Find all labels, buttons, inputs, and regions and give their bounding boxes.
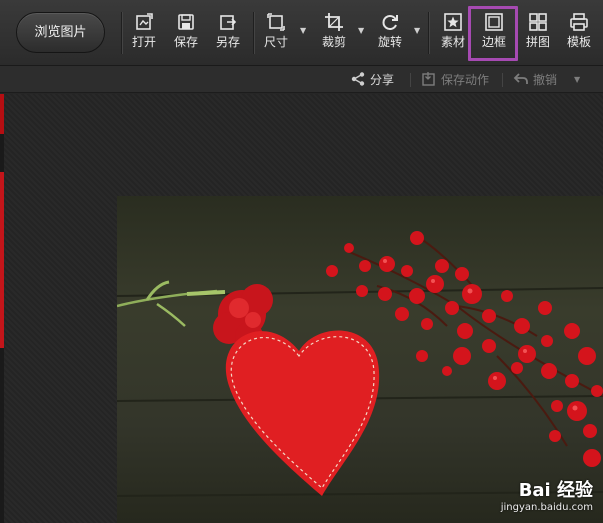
baidu-watermark: Bai 经验 jingyan.baidu.com <box>501 476 593 513</box>
open-button[interactable]: 打开 <box>124 8 164 58</box>
open-icon <box>134 12 154 32</box>
undo-label: 撤销 <box>533 73 558 87</box>
border-highlight-frame <box>468 6 518 61</box>
action-divider <box>502 73 503 87</box>
rotate-label: 旋转 <box>377 35 402 49</box>
collage-icon <box>528 12 548 32</box>
thumbnail-strip[interactable] <box>0 94 4 523</box>
size-dropdown-icon[interactable]: ▼ <box>300 27 308 35</box>
undo-icon <box>513 71 529 87</box>
rotate-dropdown-icon[interactable]: ▼ <box>414 27 422 35</box>
material-button[interactable]: 素材 <box>433 8 473 58</box>
undo-button[interactable]: 撤销 <box>513 71 557 89</box>
save-button[interactable]: 保存 <box>166 8 206 58</box>
save-as-label: 另存 <box>215 35 240 49</box>
toolbar-divider <box>428 12 429 54</box>
size-label: 尺寸 <box>263 35 288 49</box>
browse-images-button[interactable]: 浏览图片 <box>16 12 105 53</box>
open-label: 打开 <box>131 35 156 49</box>
share-button[interactable]: 分享 <box>350 71 394 89</box>
watermark-url: jingyan.baidu.com <box>500 502 593 513</box>
thumbnail[interactable] <box>0 172 4 348</box>
save-icon <box>176 12 196 32</box>
share-icon <box>350 71 366 87</box>
crop-button[interactable]: 裁剪 <box>314 8 354 58</box>
crop-icon <box>324 12 344 32</box>
size-icon <box>266 12 286 32</box>
save-action-icon <box>421 71 437 87</box>
save-label: 保存 <box>173 35 198 49</box>
crop-label: 裁剪 <box>321 35 346 49</box>
toolbar-divider <box>121 12 122 54</box>
rotate-button[interactable]: 旋转 <box>370 8 410 58</box>
photo-illustration <box>117 231 603 497</box>
collage-button[interactable]: 拼图 <box>518 8 558 58</box>
watermark-brand: Bai 经验 <box>518 480 593 501</box>
rotate-icon <box>380 12 400 32</box>
material-label: 素材 <box>440 35 465 49</box>
collage-label: 拼图 <box>525 35 550 49</box>
main-toolbar: 浏览图片 打开 保存 另存 尺寸 ▼ 裁剪 ▼ 旋转 ▼ 素材 边框 拼图 模板 <box>0 0 603 66</box>
undo-dropdown-icon[interactable]: ▼ <box>574 71 580 89</box>
crop-dropdown-icon[interactable]: ▼ <box>358 27 366 35</box>
material-icon <box>443 12 463 32</box>
action-divider <box>410 73 411 87</box>
template-button[interactable]: 模板 <box>559 8 599 58</box>
save-as-icon <box>218 12 238 32</box>
save-as-button[interactable]: 另存 <box>208 8 248 58</box>
save-action-label: 保存动作 <box>441 73 490 87</box>
image-canvas: Bai 经验 jingyan.baidu.com <box>0 94 603 523</box>
save-action-button[interactable]: 保存动作 <box>421 71 489 89</box>
action-bar: 分享 保存动作 撤销 ▼ <box>0 66 603 93</box>
size-button[interactable]: 尺寸 <box>256 8 296 58</box>
edited-photo: Bai 经验 jingyan.baidu.com <box>117 196 603 523</box>
template-icon <box>569 12 589 32</box>
template-label: 模板 <box>566 35 591 49</box>
thumbnail[interactable] <box>0 94 4 134</box>
share-label: 分享 <box>370 73 395 87</box>
toolbar-divider <box>253 12 254 54</box>
